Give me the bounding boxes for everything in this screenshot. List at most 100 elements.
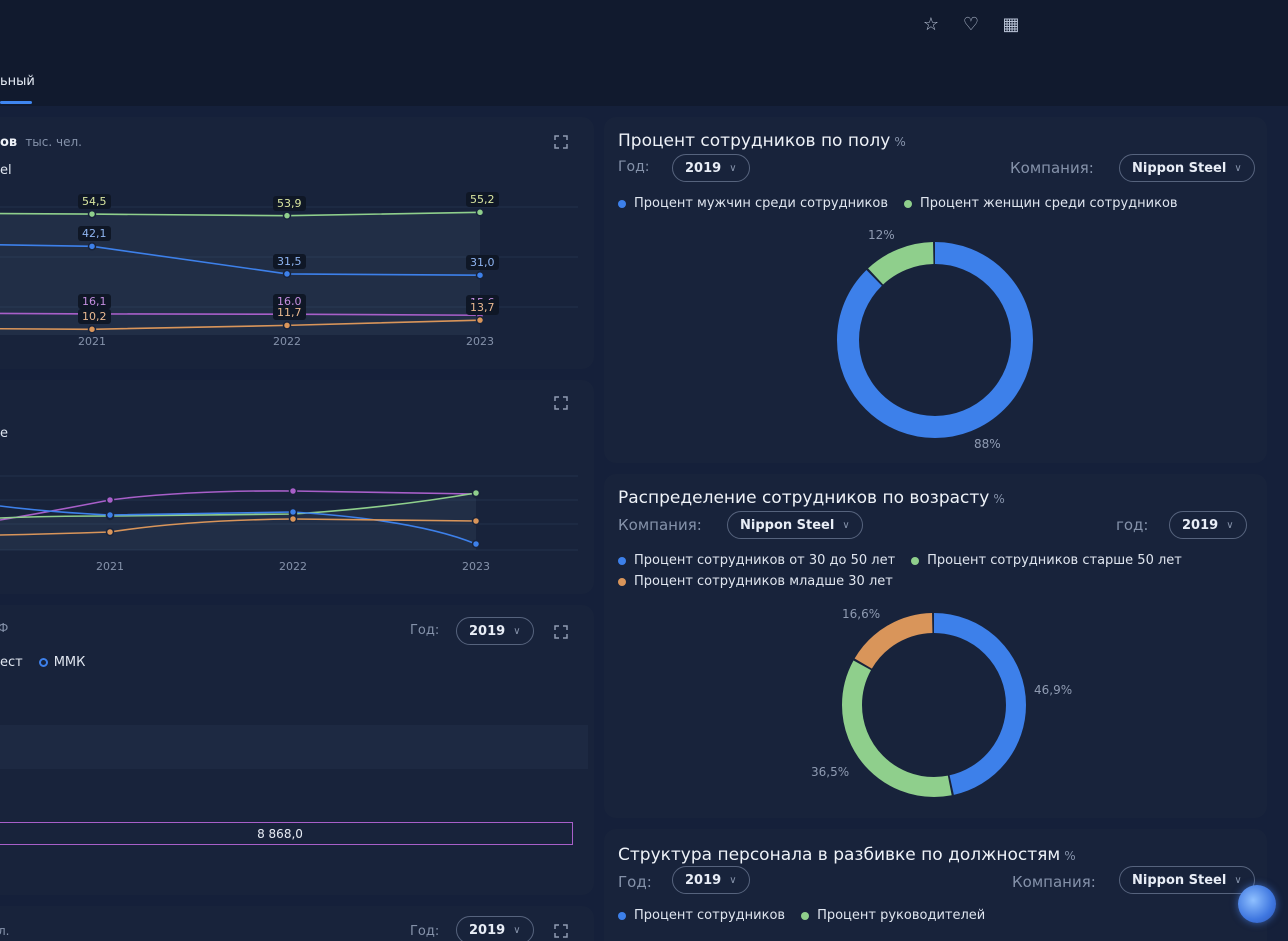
legend-fragment: e — [0, 426, 8, 441]
gender-legend: Процент мужчин среди сотрудников Процент… — [618, 196, 1178, 211]
star-icon[interactable]: ☆ — [920, 14, 942, 35]
series-green-point[interactable] — [87, 209, 97, 219]
age-title: Распределение сотрудников по возрасту% — [618, 488, 1005, 508]
legend-dot-orange — [618, 577, 626, 586]
gender-donut — [837, 242, 1033, 438]
year-select[interactable]: 2019 ∨ — [672, 154, 750, 182]
bar-card: Ф Год: 2019 ∨ ест ММК 8 868,0 — [0, 605, 594, 895]
legend: ест ММК — [0, 655, 85, 670]
series-blue-point[interactable] — [105, 510, 115, 520]
legend-ring — [38, 658, 48, 667]
card-title: Ф — [0, 621, 9, 635]
legend-managers: Процент руководителей — [817, 908, 986, 923]
year-label: Год: — [410, 623, 440, 638]
card-title: л. — [0, 924, 10, 938]
chevron-down-icon: ∨ — [1234, 162, 1242, 174]
series-orange-point[interactable] — [105, 527, 115, 537]
series-orange-point[interactable] — [87, 325, 97, 334]
series-green-point[interactable] — [471, 488, 481, 498]
series-orange-point[interactable] — [475, 315, 485, 325]
donut-slice-male — [837, 242, 1033, 438]
year-label: год: — [1116, 516, 1149, 534]
legend-old: Процент сотрудников старше 50 лет — [927, 553, 1182, 568]
legend-dot-green — [904, 199, 912, 208]
series-orange-point[interactable] — [471, 516, 481, 526]
chevron-down-icon: ∨ — [1226, 519, 1234, 531]
age-donut — [842, 613, 1026, 797]
gender-title-text: Процент сотрудников по полу — [618, 131, 891, 151]
x-axis-label: 2021 — [96, 560, 124, 573]
series-orange-point[interactable] — [282, 321, 292, 330]
series-area — [0, 212, 480, 335]
series-purple-point[interactable] — [288, 486, 298, 496]
series-blue-point[interactable] — [282, 269, 292, 279]
year-value: 2019 — [1182, 517, 1219, 533]
series-green-point[interactable] — [282, 211, 292, 220]
age-legend-row2: Процент сотрудников младше 30 лет — [618, 574, 893, 589]
series-purple-point[interactable] — [105, 495, 115, 505]
bar-band — [0, 725, 588, 769]
dashboard-add-icon[interactable]: ▦ — [1000, 14, 1022, 35]
expand-icon[interactable] — [554, 924, 568, 938]
data-label-orange: 11,7 — [273, 305, 306, 321]
pct-old: 36,5% — [811, 765, 850, 779]
year-select[interactable]: 2019 ∨ — [456, 617, 534, 645]
expand-icon[interactable] — [554, 625, 568, 639]
year-select[interactable]: 2019 ∨ — [672, 866, 750, 894]
structure-card: Структура персонала в разбивке по должно… — [604, 829, 1267, 941]
company-select[interactable]: Nippon Steel ∨ — [1119, 154, 1255, 182]
data-label-blue: 42,1 — [78, 226, 111, 242]
year-value: 2019 — [469, 922, 506, 938]
year-select[interactable]: 2019 ∨ — [456, 916, 534, 941]
series-green-point[interactable] — [475, 208, 485, 217]
data-label-blue: 31,0 — [466, 255, 499, 271]
structure-unit: % — [1064, 849, 1076, 863]
card-unit: тыс. чел. — [25, 135, 82, 149]
legend-male: Процент мужчин среди сотрудников — [634, 196, 888, 211]
data-label-orange: 13,7 — [466, 300, 499, 316]
tab-active[interactable]: ьный — [0, 74, 35, 89]
data-label-orange: 10,2 — [78, 309, 111, 325]
company-select[interactable]: Nippon Steel ∨ — [727, 511, 863, 539]
company-select[interactable]: Nippon Steel ∨ — [1119, 866, 1255, 894]
series-blue-point[interactable] — [475, 270, 485, 280]
age-legend-row1: Процент сотрудников от 30 до 50 лет Проц… — [618, 553, 1182, 568]
card-title: ов тыс. чел. — [0, 135, 82, 150]
assistant-button[interactable] — [1238, 885, 1276, 923]
legend-dot-blue — [618, 911, 626, 920]
pct-young: 16,6% — [842, 607, 881, 621]
pct-male: 88% — [974, 437, 1001, 451]
data-label-green: 53,9 — [273, 195, 306, 211]
data-label-green: 54,5 — [78, 194, 111, 210]
pct-female: 12% — [868, 228, 895, 242]
series-blue-point[interactable] — [87, 242, 97, 251]
top-bar: ☆ ♡ ▦ ьный — [0, 0, 1288, 106]
chevron-down-icon: ∨ — [842, 519, 850, 531]
bottom-left-card: л. Год: 2019 ∨ — [0, 906, 594, 941]
bar-value: 8 868,0 — [257, 826, 303, 841]
expand-icon[interactable] — [554, 396, 568, 410]
chevron-down-icon: ∨ — [513, 924, 521, 936]
secondary-line-card: e 2021 2022 2023 — [0, 380, 594, 594]
x-axis-label: 2022 — [279, 560, 307, 573]
company-value: Nippon Steel — [1132, 872, 1227, 888]
chevron-down-icon: ∨ — [729, 162, 737, 174]
chevron-down-icon: ∨ — [729, 874, 737, 886]
bar-outline: 8 868,0 — [0, 822, 573, 845]
series-blue-point[interactable] — [471, 539, 481, 549]
series-orange-point[interactable] — [288, 514, 298, 524]
legend-mid: Процент сотрудников от 30 до 50 лет — [634, 553, 896, 568]
company-value: Nippon Steel — [1132, 160, 1227, 176]
year-select[interactable]: 2019 ∨ — [1169, 511, 1247, 539]
series-area — [0, 493, 476, 550]
heart-icon[interactable]: ♡ — [960, 14, 982, 35]
x-axis-label: 2022 — [273, 335, 301, 348]
top-icons: ☆ ♡ ▦ — [920, 14, 1022, 35]
legend-dot-blue — [618, 556, 626, 565]
series-blue-point[interactable] — [288, 507, 298, 517]
tab-underline — [0, 101, 32, 104]
legend-dot-green — [911, 556, 920, 565]
legend-dot-green — [801, 911, 810, 920]
expand-icon[interactable] — [554, 135, 568, 149]
legend-fragment: el — [0, 163, 12, 178]
